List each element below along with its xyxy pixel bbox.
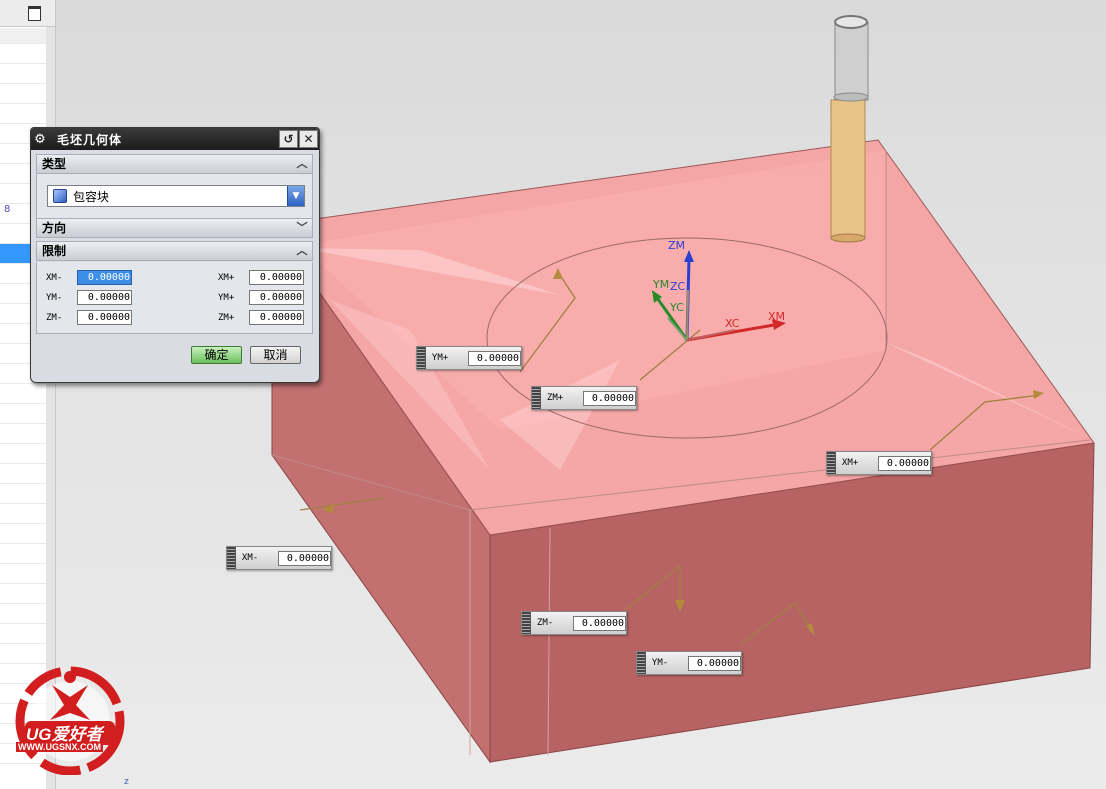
handle-xm-plus[interactable]: XM+ 0.00000 xyxy=(826,451,932,475)
limit-input-ym-plus[interactable]: 0.00000 xyxy=(249,290,304,305)
handle-value-input[interactable]: 0.00000 xyxy=(582,390,637,406)
restore-window-icon[interactable] xyxy=(28,6,41,21)
tool-holder xyxy=(830,99,866,239)
handle-value-input[interactable]: 0.00000 xyxy=(687,655,742,671)
list-item[interactable] xyxy=(0,404,46,424)
list-item[interactable] xyxy=(0,644,46,664)
list-item[interactable] xyxy=(0,384,46,404)
section-direction-label: 方向 xyxy=(42,221,67,235)
list-item[interactable] xyxy=(0,44,46,64)
list-item[interactable] xyxy=(0,444,46,464)
type-dropdown-value: 包容块 xyxy=(73,189,110,204)
list-item[interactable] xyxy=(0,464,46,484)
limit-input-ym-minus[interactable]: 0.00000 xyxy=(77,290,132,305)
list-item[interactable] xyxy=(0,484,46,504)
list-item[interactable] xyxy=(0,624,46,644)
section-limits-header[interactable]: 限制 ︿ xyxy=(36,241,313,261)
limit-label-ym-plus: YM+ xyxy=(218,293,235,303)
drag-grip-icon[interactable] xyxy=(227,547,236,569)
axis-label-zm: ZM xyxy=(668,239,685,252)
limit-input-zm-minus[interactable]: 0.00000 xyxy=(77,310,132,325)
list-item[interactable] xyxy=(0,64,46,84)
handle-value-input[interactable]: 0.00000 xyxy=(572,615,627,631)
handle-zm-plus[interactable]: ZM+ 0.00000 xyxy=(531,386,637,410)
navigator-bottom-mark: z xyxy=(124,777,129,787)
handle-label: XM+ xyxy=(841,458,859,468)
limit-input-xm-minus[interactable]: 0.00000 xyxy=(77,270,132,285)
handle-value-input[interactable]: 0.00000 xyxy=(877,455,932,471)
axis-label-xc: XC xyxy=(725,317,740,330)
dialog-title: 毛坯几何体 xyxy=(57,132,123,147)
axis-label-ym: YM xyxy=(652,278,669,291)
limit-input-zm-plus[interactable]: 0.00000 xyxy=(249,310,304,325)
list-item[interactable] xyxy=(0,424,46,444)
chevron-up-icon[interactable]: ︿ xyxy=(294,243,310,259)
list-item-fragment: 8 xyxy=(4,204,11,215)
logo-url-text: WWW.UGSNX.COM xyxy=(16,742,103,752)
handle-label: YM- xyxy=(651,658,669,668)
limit-label-xm-minus: XM- xyxy=(46,273,63,283)
section-limits-label: 限制 xyxy=(42,244,67,258)
close-icon[interactable]: ✕ xyxy=(299,130,318,148)
handle-ym-minus[interactable]: YM- 0.00000 xyxy=(636,651,742,675)
drag-grip-icon[interactable] xyxy=(637,652,646,674)
tool-top xyxy=(834,15,868,29)
list-item[interactable] xyxy=(0,524,46,544)
list-item[interactable] xyxy=(0,604,46,624)
ok-button[interactable]: 确定 xyxy=(191,346,242,364)
chevron-down-icon[interactable]: ﹀ xyxy=(294,220,310,236)
limit-input-xm-plus[interactable]: 0.00000 xyxy=(249,270,304,285)
drag-grip-icon[interactable] xyxy=(532,387,541,409)
limit-label-xm-plus: XM+ xyxy=(218,273,235,283)
handle-label: YM+ xyxy=(431,353,449,363)
section-direction-header[interactable]: 方向 ﹀ xyxy=(36,218,313,238)
chevron-up-icon[interactable]: ︿ xyxy=(294,156,310,172)
handle-label: ZM+ xyxy=(546,393,564,403)
handle-xm-minus[interactable]: XM- 0.00000 xyxy=(226,546,332,570)
handle-label: XM- xyxy=(241,553,259,563)
drag-grip-icon[interactable] xyxy=(417,347,426,369)
section-limits-body: XM- 0.00000 XM+ 0.00000 YM- 0.00000 YM+ … xyxy=(36,262,313,334)
section-type-header[interactable]: 类型 ︿ xyxy=(36,154,313,174)
list-item[interactable] xyxy=(0,84,46,104)
axis-label-yc: YC xyxy=(669,301,684,314)
limit-label-zm-plus: ZM+ xyxy=(218,313,235,323)
tool-shank xyxy=(834,21,869,101)
tool-holder-bottom xyxy=(830,233,866,243)
dialog-title-bar[interactable]: ⚙ 毛坯几何体 ↺ ✕ xyxy=(31,128,319,150)
list-item[interactable] xyxy=(0,564,46,584)
handle-zm-minus[interactable]: ZM- 0.00000 xyxy=(521,611,627,635)
handle-value-input[interactable]: 0.00000 xyxy=(467,350,522,366)
gear-icon[interactable]: ⚙ xyxy=(31,132,49,147)
limit-label-ym-minus: YM- xyxy=(46,293,63,303)
list-item[interactable] xyxy=(0,28,46,44)
handle-label: ZM- xyxy=(536,618,554,628)
drag-grip-icon[interactable] xyxy=(522,612,531,634)
chevron-down-icon[interactable]: ▼ xyxy=(287,186,304,206)
tool-ring xyxy=(833,92,869,102)
limit-label-zm-minus: ZM- xyxy=(46,313,63,323)
axis-label-zc: ZC xyxy=(670,280,686,293)
section-type-body: 包容块 ▼ xyxy=(36,174,313,218)
list-item[interactable] xyxy=(0,584,46,604)
handle-ym-plus[interactable]: YM+ 0.00000 xyxy=(416,346,522,370)
navigator-header xyxy=(0,0,55,27)
list-item[interactable] xyxy=(0,504,46,524)
axis-label-xm: XM xyxy=(768,310,785,323)
bounding-block-icon xyxy=(53,189,67,203)
drag-grip-icon[interactable] xyxy=(827,452,836,474)
list-item[interactable] xyxy=(0,104,46,124)
section-type-label: 类型 xyxy=(42,157,67,171)
handle-value-input[interactable]: 0.00000 xyxy=(277,550,332,566)
blank-geometry-dialog[interactable]: ⚙ 毛坯几何体 ↺ ✕ 类型 ︿ 包容块 ▼ 方向 ﹀ 限制 ︿ XM- 0.0… xyxy=(30,127,320,383)
list-item[interactable] xyxy=(0,544,46,564)
reset-icon[interactable]: ↺ xyxy=(279,130,298,148)
cancel-button[interactable]: 取消 xyxy=(250,346,301,364)
type-dropdown[interactable]: 包容块 ▼ xyxy=(47,185,305,207)
